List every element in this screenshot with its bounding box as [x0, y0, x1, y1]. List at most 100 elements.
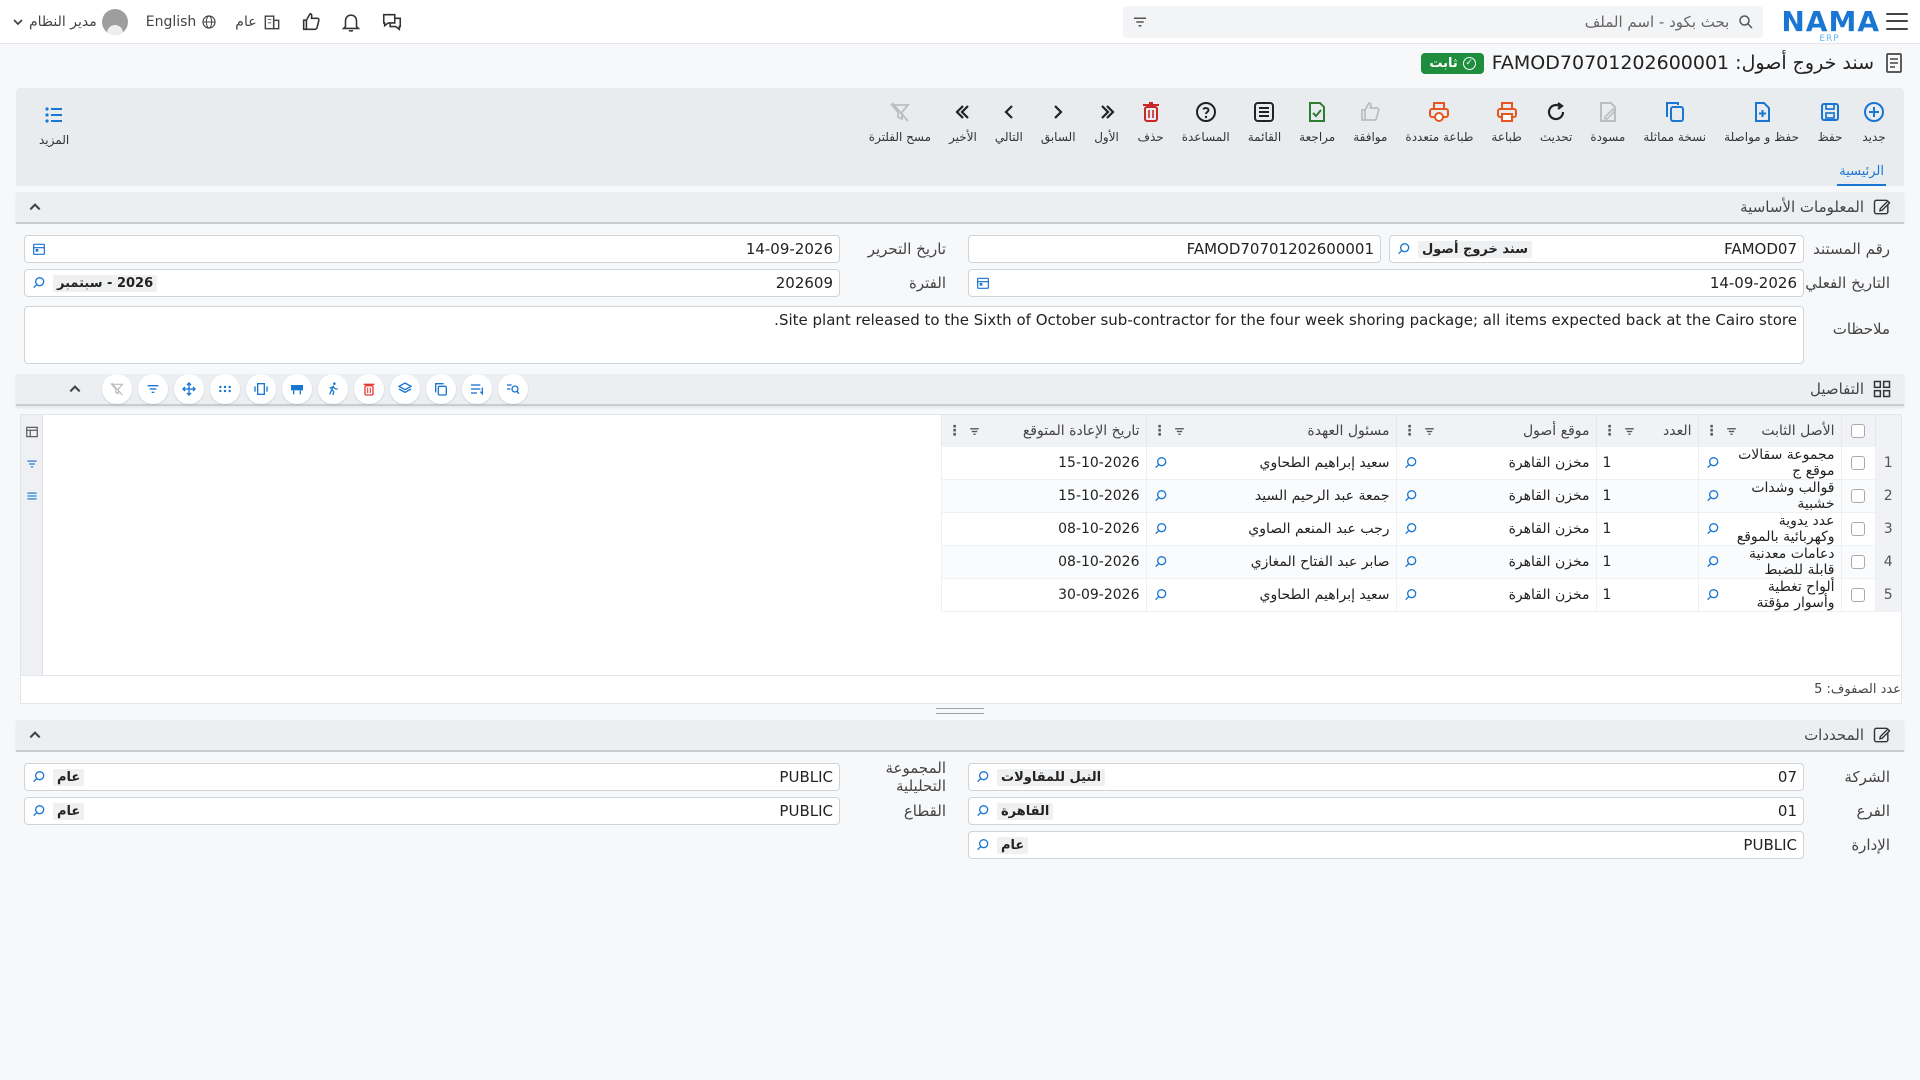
cell-asset[interactable]: قوالب وشدات خشبية: [1697, 479, 1841, 513]
cell-location[interactable]: مخزن القاهرة: [1395, 512, 1596, 546]
calendar-icon[interactable]: [31, 241, 47, 257]
cell-qty[interactable]: 1: [1595, 578, 1698, 612]
toolbar-button-save[interactable]: حفظ: [1808, 91, 1852, 151]
cell-custodian[interactable]: صابر عبد الفتاح المغازي: [1145, 545, 1396, 579]
cell-custodian[interactable]: جمعة عبد الرحيم السيد: [1145, 479, 1396, 513]
table-row[interactable]: 2 قوالب وشدات خشبية 1 مخزن القاهرة جمعة …: [940, 479, 1901, 513]
row-checkbox[interactable]: [1840, 479, 1875, 513]
lookup-icon[interactable]: [1153, 587, 1169, 603]
toolbar-button-next[interactable]: التالي: [986, 91, 1032, 151]
basic-info-header[interactable]: المعلومات الأساسية: [16, 192, 1904, 224]
column-header-location[interactable]: موقع أصول ⋮: [1395, 415, 1596, 447]
column-filter-icon[interactable]: [1623, 425, 1636, 438]
expand-width-icon[interactable]: [246, 374, 276, 404]
toolbar-button-help[interactable]: المساعدة: [1173, 91, 1239, 151]
lookup-icon[interactable]: [1705, 587, 1721, 603]
cell-asset[interactable]: دعامات معدنية قابلة للضبط: [1697, 545, 1841, 579]
chevron-up-icon[interactable]: [28, 728, 42, 742]
panel-resize-handle[interactable]: [936, 708, 984, 714]
cell-return-date[interactable]: 08-10-2026: [940, 512, 1146, 546]
analytic-field[interactable]: PUBLIC عام: [24, 763, 840, 791]
column-menu-icon[interactable]: ⋮: [1603, 423, 1617, 439]
edit-date-field[interactable]: 14-09-2026: [24, 235, 840, 263]
dept-field[interactable]: PUBLIC عام: [968, 831, 1804, 859]
cell-return-date[interactable]: 30-09-2026: [940, 578, 1146, 612]
select-all-checkbox[interactable]: [1840, 415, 1875, 447]
cell-custodian[interactable]: رجب عبد المنعم الصاوي: [1145, 512, 1396, 546]
toolbar-button-first[interactable]: الأول: [1085, 91, 1129, 151]
lookup-icon[interactable]: [975, 803, 991, 819]
lookup-icon[interactable]: [1705, 488, 1721, 504]
lookup-icon[interactable]: [1403, 587, 1419, 603]
row-checkbox[interactable]: [1840, 512, 1875, 546]
row-checkbox[interactable]: [1840, 545, 1875, 579]
lookup-icon[interactable]: [1403, 554, 1419, 570]
row-checkbox[interactable]: [1840, 578, 1875, 612]
toolbar-button-refresh[interactable]: تحديث: [1531, 91, 1582, 151]
search-icon[interactable]: [1737, 13, 1755, 31]
columns-icon[interactable]: [25, 425, 39, 439]
toolbar-button-thumbs-up[interactable]: موافقة: [1344, 91, 1396, 151]
app-logo[interactable]: NAMA ERP: [1781, 7, 1880, 43]
chevron-up-icon[interactable]: [28, 200, 42, 214]
side-filter-icon[interactable]: [25, 457, 39, 471]
toolbar-button-multi-print[interactable]: طباعة متعددة: [1396, 91, 1482, 151]
language-switch[interactable]: English: [146, 14, 218, 30]
more-button[interactable]: المزيد: [30, 94, 78, 154]
doc-number-field[interactable]: FAMOD07 سند خروج أصول: [1389, 235, 1804, 263]
lookup-icon[interactable]: [1403, 455, 1419, 471]
table-row[interactable]: 3 عدد يدوية وكهربائية بالموقع 1 مخزن الق…: [940, 512, 1901, 546]
lookup-icon[interactable]: [1153, 554, 1169, 570]
cell-return-date[interactable]: 08-10-2026: [940, 545, 1146, 579]
chat-icon[interactable]: [380, 11, 404, 33]
column-menu-icon[interactable]: ⋮: [1705, 423, 1719, 439]
cell-return-date[interactable]: 15-10-2026: [940, 479, 1146, 513]
sector-field[interactable]: PUBLIC عام: [24, 797, 840, 825]
cell-asset[interactable]: ألواح تغطية وأسوار مؤقتة: [1697, 578, 1841, 612]
cell-qty[interactable]: 1: [1595, 512, 1698, 546]
column-filter-icon[interactable]: [1173, 425, 1186, 438]
filter-icon[interactable]: [138, 374, 168, 404]
table-row[interactable]: 4 دعامات معدنية قابلة للضبط 1 مخزن القاه…: [940, 545, 1901, 579]
toolbar-button-print[interactable]: طباعة: [1482, 91, 1530, 151]
table-row[interactable]: 5 ألواح تغطية وأسوار مؤقتة 1 مخزن القاهر…: [940, 578, 1901, 612]
column-menu-icon[interactable]: ⋮: [1403, 423, 1417, 439]
layers-icon[interactable]: [390, 374, 420, 404]
search-box[interactable]: بحث بكود - اسم الملف: [1123, 5, 1764, 38]
column-menu-icon[interactable]: ⋮: [948, 423, 962, 439]
actual-date-field[interactable]: 14-09-2026: [968, 269, 1804, 297]
lookup-icon[interactable]: [1403, 488, 1419, 504]
toolbar-button-review[interactable]: مراجعة: [1290, 91, 1344, 151]
walk-icon[interactable]: [318, 374, 348, 404]
toolbar-button-plus-circle[interactable]: جديد: [1852, 91, 1896, 151]
delete-row-icon[interactable]: [354, 374, 384, 404]
lookup-icon[interactable]: [31, 275, 47, 291]
cell-custodian[interactable]: سعيد إبراهيم الطحاوي: [1145, 578, 1396, 612]
toolbar-button-list[interactable]: القائمة: [1239, 91, 1290, 151]
lookup-icon[interactable]: [1403, 521, 1419, 537]
bell-icon[interactable]: [340, 11, 362, 33]
grid-search-icon[interactable]: [498, 374, 528, 404]
column-header-qty[interactable]: العدد ⋮: [1595, 415, 1698, 447]
column-header-custodian[interactable]: مسئول العهدة ⋮: [1145, 415, 1396, 447]
dots-grid-icon[interactable]: [210, 374, 240, 404]
period-field[interactable]: 202609 2026 - سبتمبر: [24, 269, 840, 297]
thumbs-up-icon[interactable]: [300, 11, 322, 33]
cell-qty[interactable]: 1: [1595, 447, 1698, 480]
column-filter-icon[interactable]: [968, 425, 981, 438]
toolbar-button-prev[interactable]: السابق: [1032, 91, 1085, 151]
toolbar-button-copy[interactable]: نسخة مماثلة: [1634, 91, 1715, 151]
toolbar-button-last[interactable]: الأخير: [940, 91, 986, 151]
filter-icon[interactable]: [1131, 13, 1149, 31]
tab-main[interactable]: الرئيسية: [1837, 164, 1886, 186]
lookup-icon[interactable]: [975, 837, 991, 853]
cell-qty[interactable]: 1: [1595, 479, 1698, 513]
cell-location[interactable]: مخزن القاهرة: [1395, 545, 1596, 579]
cell-custodian[interactable]: سعيد إبراهيم الطحاوي: [1145, 447, 1396, 480]
chevron-up-icon[interactable]: [68, 382, 82, 396]
lookup-icon[interactable]: [1705, 521, 1721, 537]
dimensions-header[interactable]: المحددات: [16, 720, 1904, 752]
side-menu-icon[interactable]: [25, 489, 39, 503]
table-insert-icon[interactable]: [282, 374, 312, 404]
cell-asset[interactable]: مجموعة سقالات موقع ج: [1697, 447, 1841, 480]
